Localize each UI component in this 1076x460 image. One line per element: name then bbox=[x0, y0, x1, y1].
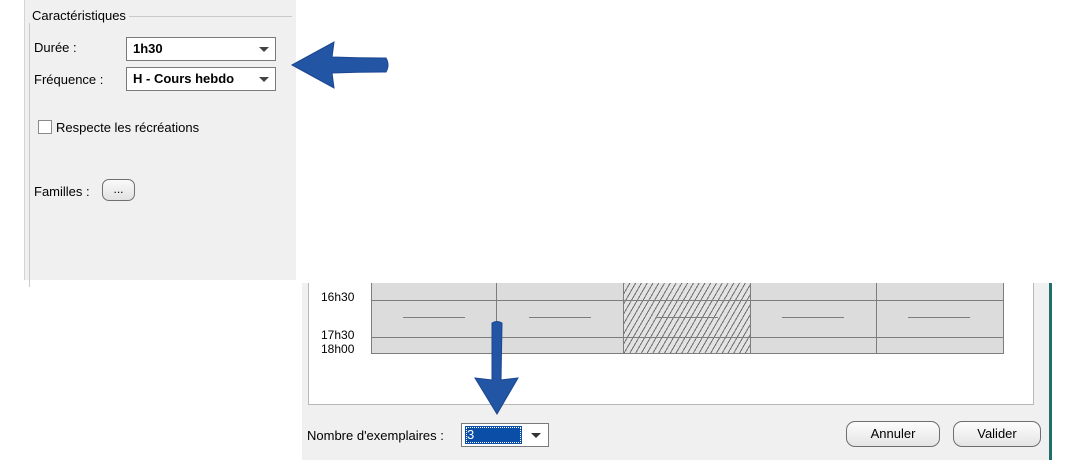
grid-slot-dash bbox=[529, 317, 591, 318]
schedule-grid[interactable] bbox=[371, 283, 1004, 354]
familles-label: Familles : bbox=[34, 184, 90, 199]
characteristics-panel: Caractéristiques Durée : 1h30 Fréquence … bbox=[24, 0, 296, 287]
nombre-exemplaires-label: Nombre d'exemplaires : bbox=[307, 428, 444, 443]
recreations-checkbox[interactable] bbox=[38, 120, 52, 134]
schedule-grid-area: 16h30 17h30 18h00 bbox=[308, 283, 1034, 405]
annuler-button[interactable]: Annuler bbox=[846, 421, 940, 447]
chevron-down-icon[interactable] bbox=[259, 47, 269, 52]
frequence-value: H - Cours hebdo bbox=[133, 71, 235, 86]
arrow-left-icon bbox=[290, 41, 389, 89]
schedule-column[interactable] bbox=[877, 283, 1004, 354]
familles-button[interactable]: ... bbox=[102, 179, 135, 201]
time-label: 16h30 bbox=[321, 290, 355, 304]
grid-line bbox=[371, 337, 1004, 338]
grid-line bbox=[371, 353, 1004, 354]
nombre-exemplaires-select[interactable]: 3 bbox=[461, 423, 549, 447]
annuler-label: Annuler bbox=[870, 426, 916, 441]
valider-label: Valider bbox=[977, 426, 1017, 441]
duree-select[interactable]: 1h30 bbox=[126, 37, 276, 61]
recreations-label[interactable]: Respecte les récréations bbox=[56, 120, 199, 135]
chevron-down-icon[interactable] bbox=[259, 77, 269, 82]
grid-slot-dash bbox=[656, 317, 718, 318]
grid-line bbox=[371, 300, 1004, 301]
grid-slot-dash bbox=[403, 317, 465, 318]
frequence-select[interactable]: H - Cours hebdo bbox=[126, 67, 276, 91]
window-edge bbox=[1049, 283, 1052, 460]
time-label: 17h30 bbox=[321, 328, 355, 342]
arrow-down-icon bbox=[474, 321, 519, 415]
schedule-column[interactable] bbox=[751, 283, 877, 354]
schedule-column-hatched[interactable] bbox=[624, 283, 751, 354]
grid-slot-dash bbox=[908, 317, 970, 318]
valider-button[interactable]: Valider bbox=[953, 421, 1041, 447]
duree-value: 1h30 bbox=[133, 41, 163, 56]
frequence-label: Fréquence : bbox=[34, 72, 104, 87]
nombre-exemplaires-value[interactable]: 3 bbox=[465, 426, 522, 444]
group-title: Caractéristiques bbox=[29, 8, 129, 23]
chevron-down-icon[interactable] bbox=[531, 433, 541, 438]
dialog-footer-area: 16h30 17h30 18h00 Nombre d'exemplaires :… bbox=[302, 283, 1052, 460]
time-label: 18h00 bbox=[321, 342, 355, 356]
duree-label: Durée : bbox=[34, 40, 77, 55]
grid-slot-dash bbox=[782, 317, 844, 318]
